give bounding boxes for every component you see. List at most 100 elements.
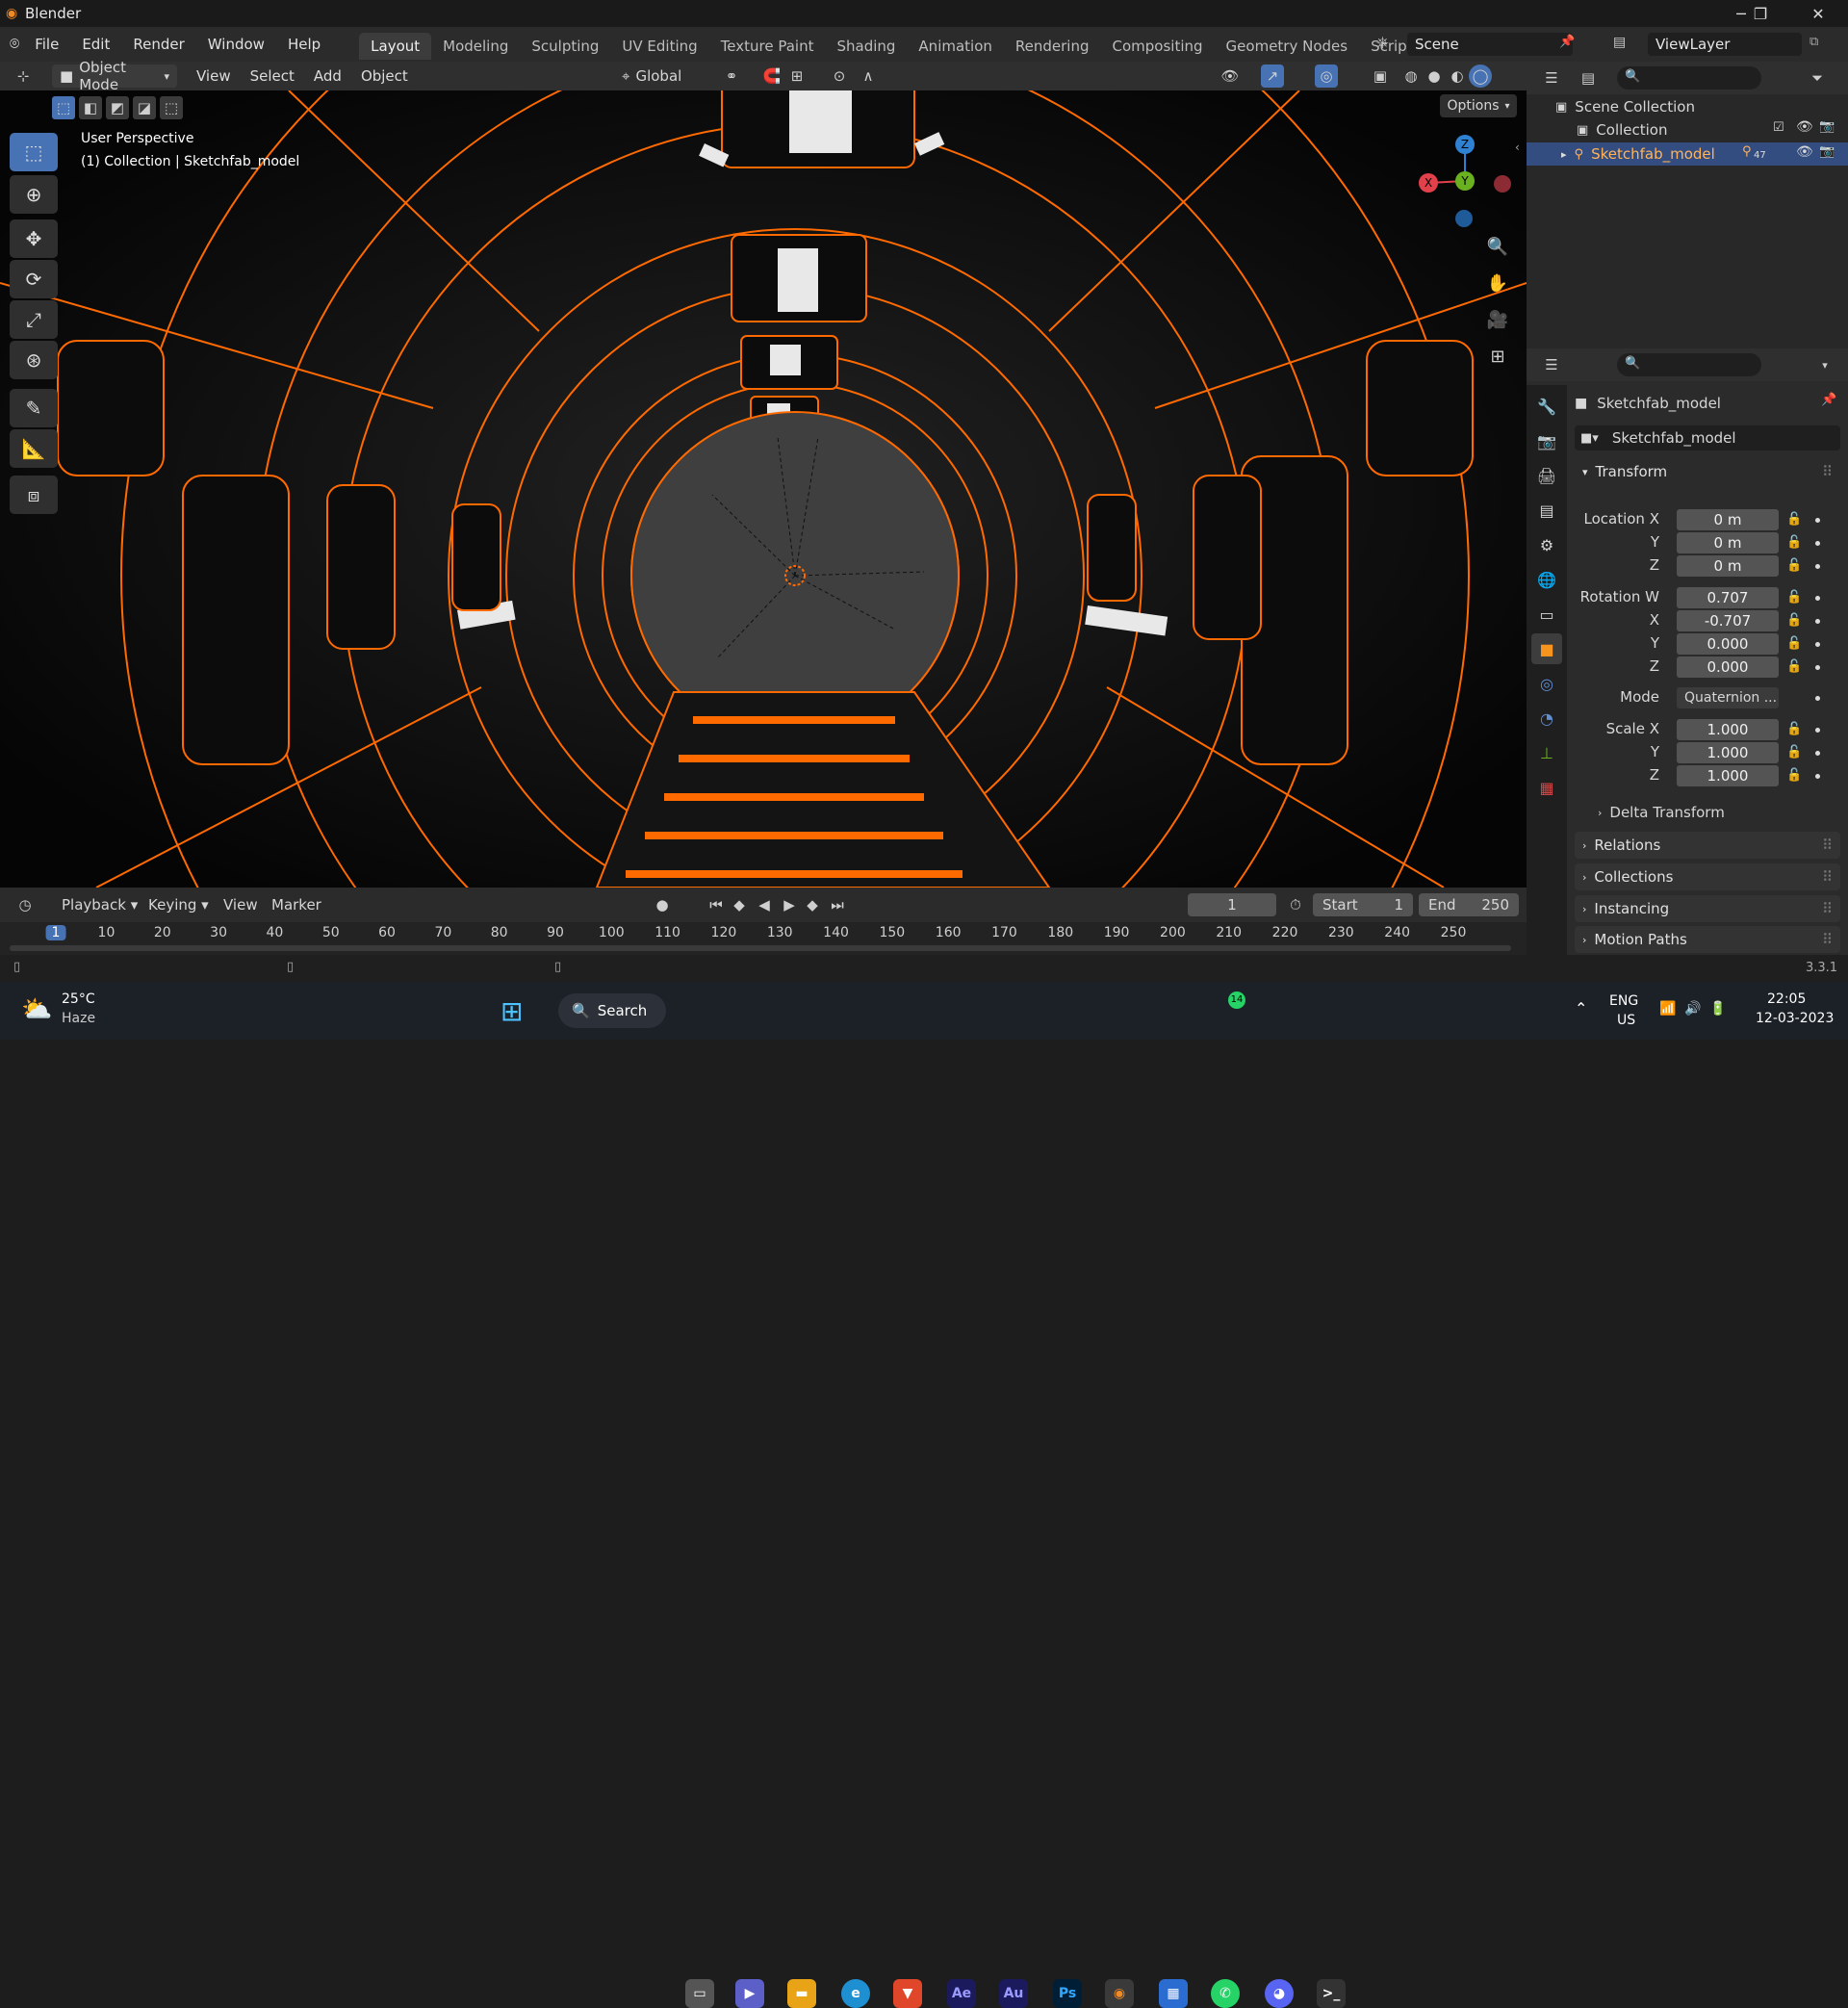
tool-annotate[interactable]: ✎ [10, 389, 58, 427]
keyframe-dot-icon[interactable] [1815, 518, 1820, 523]
output-tab-icon[interactable]: 🖨 [1531, 460, 1562, 491]
material-shading-icon[interactable]: ◐ [1446, 64, 1469, 88]
menu-select[interactable]: Select [241, 67, 304, 85]
prev-keyframe-icon[interactable]: ◆ [728, 893, 751, 916]
blender-menu-icon[interactable]: ⌾ [10, 35, 19, 54]
lock-icon[interactable]: 🔓 [1786, 636, 1802, 651]
solid-shading-icon[interactable]: ● [1423, 64, 1446, 88]
lock-icon[interactable]: 🔓 [1786, 745, 1802, 759]
timeline-area[interactable]: 1 10 20 30 40 50 60 70 80 90 100 110 120 130 140 150 160… [0, 922, 1527, 955]
keyframe-dot-icon[interactable] [1815, 541, 1820, 546]
outliner-scene-collection[interactable]: ▣ Scene Collection [1555, 96, 1695, 117]
task-view-icon[interactable]: ▭ [685, 1979, 714, 2008]
menu-window[interactable]: Window [196, 27, 276, 62]
expand-arrow-icon[interactable]: ▸ [1561, 148, 1567, 161]
tab-animation[interactable]: Animation [907, 33, 1003, 60]
wifi-icon[interactable]: 📶 [1659, 1001, 1676, 1017]
stopwatch-icon[interactable]: ⏱ [1284, 893, 1307, 916]
outliner-search-input[interactable]: 🔍 [1617, 66, 1761, 90]
select-invert-icon[interactable]: ◪ [133, 96, 156, 119]
object-name-field[interactable]: ■▾ Sketchfab_model [1575, 425, 1840, 451]
sidebar-toggle-icon[interactable]: ‹ [1515, 141, 1520, 154]
tab-sculpting[interactable]: Sculpting [520, 33, 610, 60]
record-keyframe-icon[interactable]: ● [651, 893, 674, 916]
menu-render[interactable]: Render [121, 27, 195, 62]
drag-grip-icon[interactable]: ⠿ [1822, 837, 1833, 854]
rotation-mode-dropdown[interactable]: Quaternion ... [1677, 687, 1779, 708]
menu-timeline-view[interactable]: View [223, 896, 258, 914]
select-extend-icon[interactable]: ◧ [79, 96, 102, 119]
tool-rotate[interactable]: ⟳ [10, 260, 58, 298]
volume-icon[interactable]: 🔊 [1684, 1001, 1701, 1017]
world-tab-icon[interactable]: 🌐 [1531, 564, 1562, 595]
options-button[interactable]: Options ▾ [1440, 94, 1517, 117]
ortho-grid-icon[interactable]: ⊞ [1486, 345, 1509, 368]
audition-icon[interactable]: Au [999, 1979, 1028, 2008]
lock-icon[interactable]: 🔓 [1786, 512, 1802, 527]
xray-icon[interactable]: ▣ [1369, 64, 1392, 88]
drag-grip-icon[interactable]: ⠿ [1822, 900, 1833, 917]
teams-icon[interactable]: ▶ [735, 1979, 764, 2008]
scale-y-field[interactable]: 1.000 [1677, 742, 1779, 763]
3d-viewport[interactable]: ⬚ ◧ ◩ ◪ ⬚ Options ▾ ⬚ ⊕ ✥ ⟳ ⤢ ⊛ ✎ 📐 ⧈ Use… [0, 90, 1527, 888]
checkbox-icon[interactable]: ☑ [1773, 120, 1784, 135]
jump-end-icon[interactable]: ⏭ [826, 893, 849, 916]
modifier-tab-icon[interactable]: ◎ [1531, 668, 1562, 699]
zoom-icon[interactable]: 🔍 [1486, 235, 1509, 258]
rotation-z-field[interactable]: 0.000 [1677, 656, 1779, 678]
lock-icon[interactable]: 🔓 [1786, 535, 1802, 550]
falloff-icon[interactable]: ∧ [857, 64, 880, 88]
keyframe-dot-icon[interactable] [1815, 642, 1820, 647]
tool-add-cube[interactable]: ⧈ [10, 476, 58, 514]
blender-taskbar-icon[interactable]: ◉ [1105, 1979, 1134, 2008]
lock-icon[interactable]: 🔓 [1786, 768, 1802, 783]
filter-icon[interactable]: ⏷ [1806, 66, 1829, 90]
edge-icon[interactable]: e [841, 1979, 870, 2008]
timeline-scrollbar[interactable] [10, 945, 1511, 951]
whatsapp-icon[interactable]: ✆ [1211, 1979, 1240, 2008]
scale-x-field[interactable]: 1.000 [1677, 719, 1779, 740]
scene-tab-icon[interactable]: ⚙ [1531, 529, 1562, 560]
mode-dropdown[interactable]: ■ Object Mode ▾ [52, 59, 177, 93]
tab-texture-paint[interactable]: Texture Paint [709, 33, 826, 60]
file-explorer-icon[interactable]: ▬ [787, 1979, 816, 2008]
taskbar-search-button[interactable]: 🔍 Search [558, 993, 666, 1028]
brave-icon[interactable]: ▼ [893, 1979, 922, 2008]
rotation-x-field[interactable]: -0.707 [1677, 610, 1779, 631]
snap-target-icon[interactable]: ⊞ [785, 64, 808, 88]
keyframe-dot-icon[interactable] [1815, 728, 1820, 733]
play-reverse-icon[interactable]: ◀ [753, 893, 776, 916]
end-frame-field[interactable]: End 250 [1419, 893, 1519, 916]
maximize-button[interactable]: ❐ [1738, 0, 1783, 27]
gizmo-toggle-icon[interactable]: ↗ [1261, 64, 1284, 88]
select-intersect-icon[interactable]: ⬚ [160, 96, 183, 119]
menu-file[interactable]: File [23, 27, 70, 62]
terminal-icon[interactable]: >_ [1317, 1979, 1346, 2008]
store-icon[interactable]: ▦ [1159, 1979, 1188, 2008]
language-label[interactable]: ENG [1609, 993, 1638, 1009]
delta-transform-subpanel[interactable]: › Delta Transform [1598, 801, 1725, 824]
object-tab-icon[interactable]: ■ [1531, 633, 1562, 664]
select-subtract-icon[interactable]: ◩ [106, 96, 129, 119]
lock-icon[interactable]: 🔓 [1786, 659, 1802, 674]
keyframe-dot-icon[interactable] [1815, 665, 1820, 670]
instancing-panel-header[interactable]: › Instancing ⠿ [1575, 895, 1840, 922]
texture-tab-icon[interactable]: ▦ [1531, 772, 1562, 803]
discord-icon[interactable]: ◕ [1265, 1979, 1294, 2008]
properties-editor-icon[interactable]: ☰ [1540, 353, 1563, 376]
menu-marker[interactable]: Marker [271, 896, 321, 914]
outliner-sketchfab-model[interactable]: ▸ ⚲ Sketchfab_model [1561, 143, 1715, 165]
scene-field[interactable]: Scene [1407, 33, 1573, 56]
location-z-field[interactable]: 0 m [1677, 555, 1779, 577]
tool-scale[interactable]: ⤢ [10, 300, 58, 339]
timeline-editor-icon[interactable]: ◷ [13, 893, 37, 916]
view-layer-tab-icon[interactable]: ▤ [1531, 495, 1562, 526]
scale-z-field[interactable]: 1.000 [1677, 765, 1779, 786]
display-mode-icon[interactable]: ▤ [1577, 66, 1600, 90]
view-layer-icon[interactable]: ▤ [1613, 35, 1626, 50]
keyframe-dot-icon[interactable] [1815, 696, 1820, 701]
scene-selector-icon[interactable]: ⎈ [1376, 33, 1389, 52]
play-icon[interactable]: ▶ [778, 893, 801, 916]
clock-date[interactable]: 12-03-2023 [1756, 1011, 1834, 1026]
transform-orientation-dropdown[interactable]: ⌖ Global [614, 64, 706, 88]
